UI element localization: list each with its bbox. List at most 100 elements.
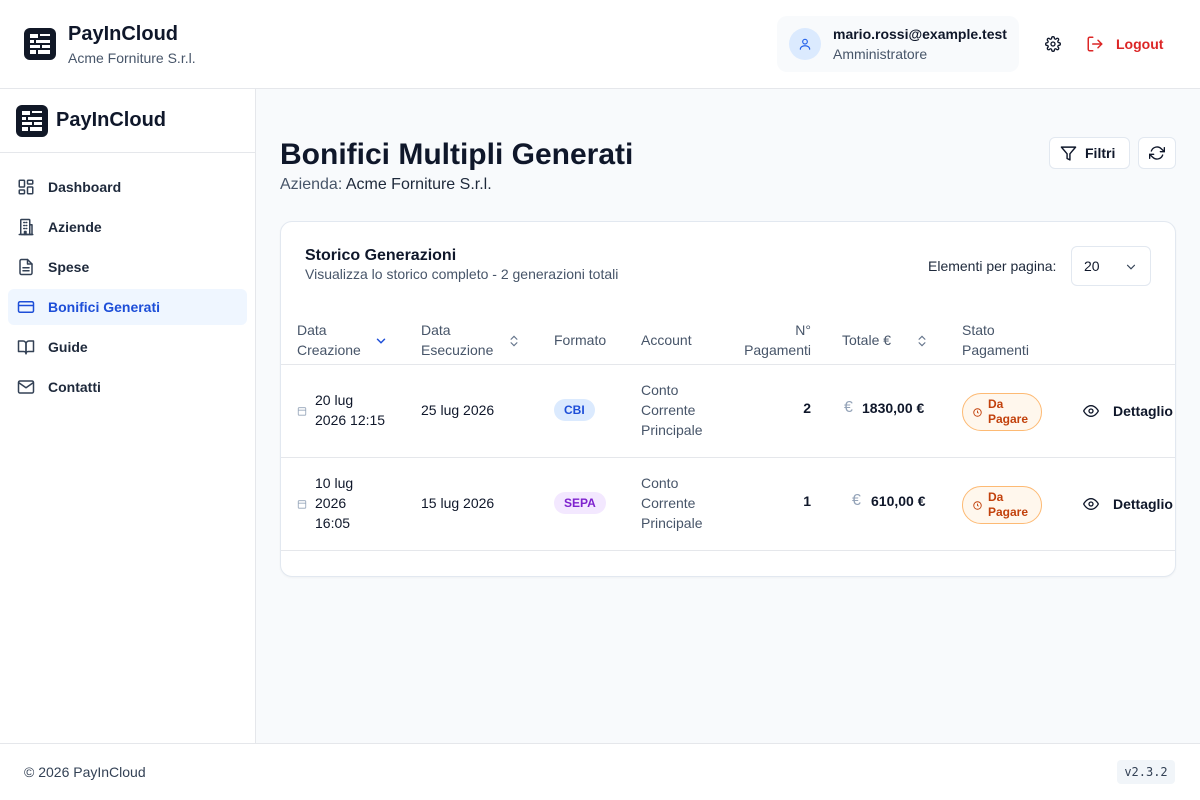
mail-icon [16,377,36,397]
sidebar-item-label: Bonifici Generati [48,299,161,315]
sidebar-item-aziende[interactable]: Aziende [8,209,247,245]
col-header-formato: Formato [554,332,607,348]
user-email: mario.rossi@example.test [833,26,1007,42]
cell-total: 1830,00 € [862,400,925,416]
col-header-line: Pagamenti [744,342,811,358]
col-header-totale[interactable]: Totale € [842,330,891,350]
user-menu[interactable]: mario.rossi@example.test Amministratore [777,16,1019,72]
refresh-icon [1149,146,1165,160]
sidebar-item-guide[interactable]: Guide [8,329,247,365]
cell-line: 2026 [315,495,347,511]
col-header-data-creazione[interactable]: Data Creazione [297,320,361,360]
sidebar-item-contatti[interactable]: Contatti [8,369,247,405]
detail-button[interactable]: Dettaglio [1083,399,1173,423]
page-subtitle: Azienda: Acme Forniture S.r.l. [280,176,492,194]
sidebar-brand-name: PayInCloud [56,109,167,131]
status-badge: Da Pagare [962,486,1042,524]
chevron-down-icon [1126,264,1136,270]
cell-line: 16:05 [315,515,351,531]
document-icon [16,257,36,277]
status-line: Da [988,490,1004,504]
credit-card-icon [16,297,36,317]
col-header-account: Account [641,332,692,348]
cell-account: Conto Corrente Principale [641,380,702,440]
sidebar-brand[interactable]: PayInCloud [0,89,255,153]
format-badge: CBI [554,399,595,421]
col-header-line: N° [795,322,811,338]
sidebar-item-bonifici-generati[interactable]: Bonifici Generati [8,289,247,325]
status-line: Da [988,397,1004,411]
card-title: Storico Generazioni [305,247,457,264]
filter-icon [1060,145,1077,161]
col-header-line: Data [297,322,327,338]
cell-count: 2 [803,400,811,416]
logout-button[interactable]: Logout [1086,30,1163,58]
page-subtitle-prefix: Azienda: [280,176,343,193]
cell-line: Principale [641,515,703,531]
per-page-select[interactable]: 20 [1071,246,1151,286]
row-divider [281,550,1175,551]
page-title: Bonifici Multipli Generati [280,138,634,171]
cell-created: 20 lug 2026 12:15 [315,390,385,430]
calendar-icon [297,500,307,509]
sort-desc-icon[interactable] [374,334,388,348]
logout-icon [1087,36,1103,52]
user-role: Amministratore [833,46,928,62]
top-header: PayInCloud Acme Forniture S.r.l. mario.r… [0,0,1200,89]
sort-icon[interactable] [507,333,521,349]
table-header-divider [281,364,1175,365]
gear-icon [1045,36,1061,52]
eye-icon [1083,497,1099,511]
per-page-value: 20 [1084,258,1100,274]
sidebar-item-dashboard[interactable]: Dashboard [8,169,247,205]
settings-button[interactable] [1041,32,1065,56]
status-line: Pagare [988,505,1029,519]
sidebar-item-spese[interactable]: Spese [8,249,247,285]
col-header-line: Stato [962,322,995,338]
detail-label: Dettaglio [1113,403,1173,419]
user-avatar-icon [789,28,821,60]
card-subtitle: Visualizza lo storico completo - 2 gener… [305,266,619,282]
cell-line: 2026 12:15 [315,412,386,428]
detail-button[interactable]: Dettaglio [1083,492,1173,516]
sidebar: PayInCloud Dashboard Aziende Spese Bonif… [0,89,256,743]
app-logo-icon [24,28,56,60]
cell-line: Corrente [641,495,696,511]
calendar-icon [297,407,307,416]
sort-icon[interactable] [915,333,929,349]
filters-label: Filtri [1085,145,1116,161]
clock-icon [973,500,982,510]
history-card: Storico Generazioni Visualizza lo storic… [280,221,1176,577]
sidebar-nav: Dashboard Aziende Spese Bonifici Generat… [0,153,255,405]
page-subtitle-company: Acme Forniture S.r.l. [345,176,492,193]
cell-line: Principale [641,422,703,438]
per-page-label: Elementi per pagina: [928,258,1057,274]
logout-label: Logout [1116,36,1164,52]
cell-line: 20 lug [315,392,354,408]
col-header-stato-pagamenti: Stato Pagamenti [962,320,1029,360]
col-header-data-esecuzione[interactable]: Data Esecuzione [421,320,493,360]
sidebar-item-label: Aziende [48,219,102,235]
cell-line: 10 lug [315,475,354,491]
refresh-button[interactable] [1138,137,1176,169]
cell-executed: 25 lug 2026 [421,402,495,418]
filters-button[interactable]: Filtri [1049,137,1130,169]
cell-line: Corrente [641,402,696,418]
copyright: © 2026 PayInCloud [24,764,146,780]
eye-icon [1083,404,1099,418]
status-badge: Da Pagare [962,393,1042,431]
company-name: Acme Forniture S.r.l. [68,50,196,66]
euro-icon: € [852,492,861,509]
app-name: PayInCloud [68,23,179,45]
sidebar-item-label: Dashboard [48,179,122,195]
header-brand[interactable]: PayInCloud Acme Forniture S.r.l. [24,22,196,67]
sidebar-logo-icon [16,104,48,137]
col-header-n-pagamenti: N° Pagamenti [721,320,811,360]
sidebar-item-label: Guide [48,339,88,355]
cell-created: 10 lug 2026 16:05 [315,473,353,533]
cell-account: Conto Corrente Principale [641,473,702,533]
format-badge: SEPA [554,492,606,514]
status-line: Pagare [988,412,1029,426]
col-header-line: Creazione [297,342,361,358]
dashboard-icon [16,177,36,197]
